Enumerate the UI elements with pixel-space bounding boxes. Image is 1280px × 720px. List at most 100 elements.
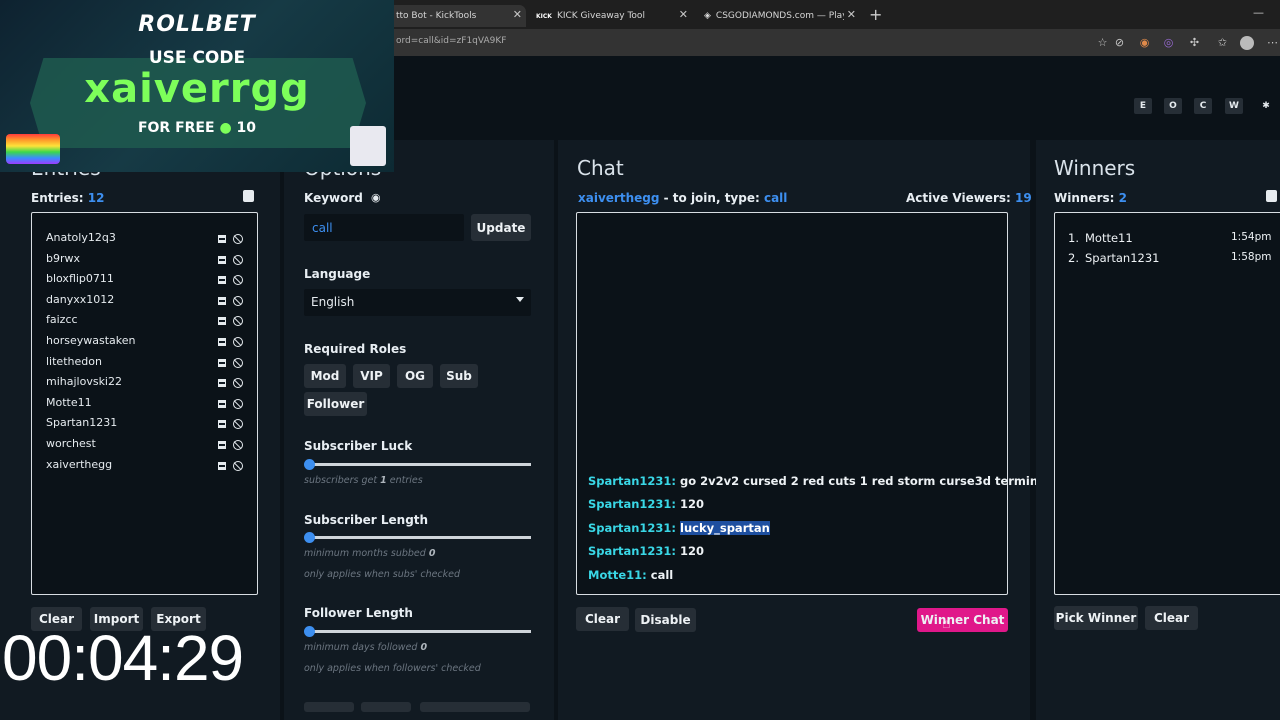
remove-icon[interactable]: [218, 276, 226, 285]
coin-icon: ●: [219, 120, 232, 136]
language-select[interactable]: English: [304, 289, 531, 316]
blocked-icon[interactable]: ⊘: [1113, 36, 1126, 49]
minimize-button[interactable]: —: [1253, 6, 1264, 19]
role-sub[interactable]: Sub: [440, 364, 478, 388]
chat-username[interactable]: Spartan1231:: [588, 544, 676, 558]
ban-icon[interactable]: [233, 275, 243, 286]
language-label: Language: [304, 267, 371, 281]
promo-overlay: ROLLBET USE CODE xaiverrgg FOR FREE ● 10: [0, 0, 394, 172]
disable-button[interactable]: Disable: [635, 608, 696, 632]
promo-amount: 10: [236, 120, 257, 136]
star-icon[interactable]: ☆: [1096, 36, 1109, 49]
top-button-e[interactable]: E: [1134, 98, 1152, 114]
tab-kicktools-bot[interactable]: tto Bot - KickTools ✕: [388, 5, 526, 27]
cursor-icon: ☝: [942, 616, 951, 632]
hint-text: entries: [389, 475, 423, 486]
language-value: English: [311, 295, 355, 309]
hint-text: subscribers get: [304, 475, 378, 486]
slider-knob[interactable]: [304, 626, 315, 637]
remove-icon[interactable]: [218, 441, 226, 449]
top-button-o[interactable]: O: [1164, 98, 1182, 114]
remove-icon[interactable]: [218, 399, 226, 408]
update-button[interactable]: Update: [471, 214, 531, 241]
ban-icon[interactable]: [233, 295, 243, 306]
url-text[interactable]: ord=call&id=zF1qVA9KF: [396, 36, 506, 46]
ban-icon[interactable]: [233, 398, 243, 409]
remove-icon[interactable]: [218, 420, 226, 429]
chat-clear-button[interactable]: Clear: [576, 607, 629, 631]
tab-csgodiamonds[interactable]: ◈ CSGODIAMONDS.com — Play CS2 ✕: [696, 5, 860, 27]
winner-chat-button[interactable]: Winner Chat: [917, 608, 1008, 632]
winner-name: Motte11: [1085, 231, 1133, 245]
ban-icon[interactable]: [233, 316, 243, 327]
entry-name: danyxx1012: [46, 292, 115, 306]
ban-icon[interactable]: [233, 419, 243, 430]
options-partial-button[interactable]: [361, 702, 411, 712]
close-tab-icon[interactable]: ✕: [679, 8, 688, 21]
role-vip[interactable]: VIP: [353, 364, 390, 388]
ban-icon[interactable]: [233, 378, 243, 389]
copy-icon[interactable]: [243, 190, 254, 202]
follower-length-slider[interactable]: [304, 626, 531, 637]
remove-icon[interactable]: [218, 358, 226, 367]
chicken-icon: [350, 126, 386, 166]
eye-icon[interactable]: ◉: [1138, 36, 1151, 49]
chat-username[interactable]: Spartan1231:: [588, 474, 676, 488]
ban-icon[interactable]: [233, 357, 243, 368]
ban-icon[interactable]: [233, 337, 243, 347]
slider-knob[interactable]: [304, 459, 315, 470]
eye-icon[interactable]: ◉: [371, 191, 381, 204]
extension-icon[interactable]: ◎: [1162, 36, 1175, 49]
promo-for-free-text: FOR FREE: [137, 120, 215, 136]
slider-knob[interactable]: [304, 532, 315, 543]
chat-username[interactable]: Spartan1231:: [588, 497, 676, 511]
close-tab-icon[interactable]: ✕: [513, 8, 522, 21]
profile-icon[interactable]: [1240, 36, 1254, 50]
keyword-input[interactable]: call: [304, 214, 464, 241]
options-partial-button[interactable]: [420, 702, 530, 712]
ban-icon[interactable]: [233, 440, 243, 450]
role-og[interactable]: OG: [397, 364, 433, 388]
subscriber-luck-slider[interactable]: [304, 459, 531, 470]
new-tab-button[interactable]: +: [869, 5, 882, 24]
remove-icon[interactable]: [218, 296, 226, 305]
join-text: - to join, type:: [663, 191, 760, 205]
puzzle-icon[interactable]: ✣: [1188, 36, 1201, 49]
favorites-icon[interactable]: ✩: [1216, 36, 1229, 49]
chat-message: Spartan1231: 120: [588, 497, 704, 511]
winners-title: Winners: [1054, 156, 1136, 180]
more-icon[interactable]: ⋯: [1266, 36, 1279, 49]
ban-icon[interactable]: [233, 234, 243, 244]
chevron-down-icon: [516, 297, 524, 302]
theme-toggle-icon[interactable]: ✱: [1257, 98, 1275, 114]
tab-kick-giveaway[interactable]: KICK KICK Giveaway Tool ✕: [528, 5, 692, 27]
remove-icon[interactable]: [218, 338, 226, 346]
remove-icon[interactable]: [218, 317, 226, 326]
subscriber-length-slider[interactable]: [304, 532, 531, 543]
remove-icon[interactable]: [218, 379, 226, 388]
role-mod[interactable]: Mod: [304, 364, 346, 388]
top-button-w[interactable]: W: [1225, 98, 1243, 114]
ban-icon[interactable]: [233, 254, 243, 265]
close-tab-icon[interactable]: ✕: [847, 8, 856, 21]
viewers-label: Active Viewers:: [906, 191, 1011, 205]
top-button-c[interactable]: C: [1194, 98, 1212, 114]
chat-username[interactable]: Motte11:: [588, 568, 647, 582]
subscriber-luck-label: Subscriber Luck: [304, 439, 413, 453]
role-follower[interactable]: Follower: [304, 392, 367, 416]
subscriber-length-label: Subscriber Length: [304, 513, 429, 527]
required-roles-label: Required Roles: [304, 342, 407, 356]
channel-name[interactable]: xaiverthegg: [578, 191, 659, 205]
chat-text: lucky_spartan: [680, 520, 770, 535]
winners-count: 2: [1118, 191, 1127, 205]
chat-username[interactable]: Spartan1231:: [588, 521, 676, 535]
winners-clear-button[interactable]: Clear: [1145, 606, 1198, 630]
keyword-value: call: [312, 221, 333, 235]
options-partial-button[interactable]: [304, 702, 354, 712]
copy-icon[interactable]: [1266, 190, 1277, 202]
remove-icon[interactable]: [218, 255, 226, 264]
ban-icon[interactable]: [233, 460, 243, 471]
pick-winner-button[interactable]: Pick Winner: [1054, 606, 1138, 630]
remove-icon[interactable]: [218, 461, 226, 470]
remove-icon[interactable]: [218, 235, 226, 243]
